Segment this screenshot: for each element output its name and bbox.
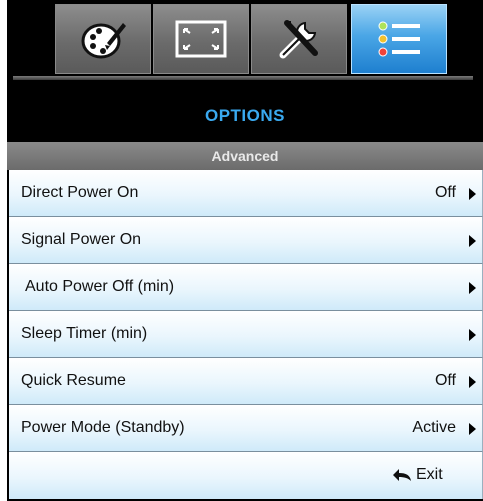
menu-list: Direct Power On Off Signal Power On Auto… — [9, 170, 483, 499]
arrow-right-icon — [469, 423, 476, 435]
menu-item-label: Auto Power Off (min) — [25, 278, 175, 295]
menu-item-direct-power-on[interactable]: Direct Power On Off — [9, 170, 483, 217]
arrow-right-icon — [469, 235, 476, 247]
tab-image[interactable] — [55, 4, 151, 74]
back-arrow-icon — [393, 469, 411, 481]
menu-item-signal-power-on[interactable]: Signal Power On — [9, 217, 483, 264]
submenu-header: Advanced — [7, 142, 483, 170]
menu-item-label: Sleep Timer (min) — [21, 325, 148, 342]
arrow-right-icon — [469, 329, 476, 341]
menu-item-value: Off — [434, 184, 456, 201]
menu-item-sleep-timer[interactable]: Sleep Timer (min) — [9, 311, 483, 358]
exit-button[interactable]: Exit — [392, 466, 443, 484]
menu-item-value: Off — [434, 372, 456, 389]
submenu-title: Advanced — [211, 148, 279, 164]
arrow-right-icon — [469, 376, 476, 388]
tab-setup[interactable] — [251, 4, 347, 74]
osd-menu-panel: OPTIONS Advanced Direct Power On Off Sig… — [7, 0, 483, 501]
menu-item-label: Quick Resume — [21, 372, 126, 389]
tab-options[interactable] — [351, 4, 447, 74]
arrow-right-icon — [469, 282, 476, 294]
menu-item-label: Signal Power On — [21, 231, 142, 248]
menu-item-label: Power Mode (Standby) — [21, 419, 185, 436]
tab-display[interactable] — [153, 4, 249, 74]
screen-expand-icon — [175, 20, 227, 58]
palette-icon — [81, 23, 126, 59]
arrow-right-icon — [469, 188, 476, 200]
menu-item-label: Direct Power On — [21, 184, 139, 201]
exit-row: Exit — [9, 452, 483, 499]
menu-item-power-mode[interactable]: Power Mode (Standby) Active — [9, 405, 483, 452]
menu-item-quick-resume[interactable]: Quick Resume Off — [9, 358, 483, 405]
options-list-icon — [378, 21, 420, 57]
menu-item-value: Active — [412, 419, 456, 436]
exit-label: Exit — [416, 466, 443, 483]
tab-bar — [7, 0, 483, 80]
page-title: OPTIONS — [204, 106, 285, 125]
menu-item-auto-power-off[interactable]: Auto Power Off (min) — [9, 264, 483, 311]
tools-icon — [279, 20, 318, 59]
